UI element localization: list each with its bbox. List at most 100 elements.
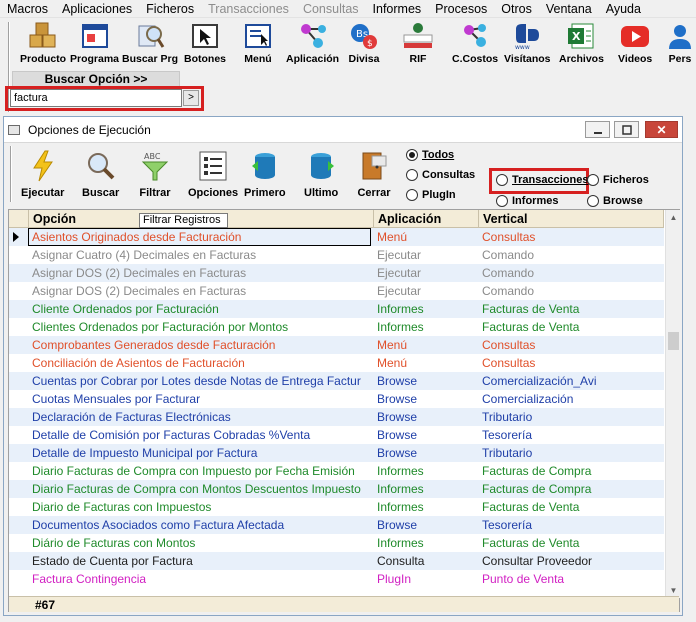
buscar-opcion-header[interactable]: Buscar Opción >> xyxy=(12,71,180,87)
table-row[interactable]: Comprobantes Generados desde Facturación… xyxy=(9,336,664,354)
pers-button[interactable]: Pers xyxy=(664,20,696,70)
vertical-cell[interactable]: Comando xyxy=(479,246,664,264)
maximize-button[interactable] xyxy=(614,121,639,138)
visitanos-button[interactable]: www Visítanos xyxy=(504,20,551,70)
option-cell[interactable]: Diario de Facturas con Impuestos xyxy=(29,498,371,516)
vertical-cell[interactable]: Consultas xyxy=(479,336,664,354)
menu-ayuda[interactable]: Ayuda xyxy=(599,2,648,16)
menu-procesos[interactable]: Procesos xyxy=(428,2,494,16)
table-row[interactable]: Cuotas Mensuales por Facturar Browse Comer… xyxy=(9,390,664,408)
application-cell[interactable]: Browse xyxy=(374,408,474,426)
table-row[interactable]: Diario Facturas de Compra con Impuesto p… xyxy=(9,462,664,480)
application-cell[interactable]: PlugIn xyxy=(374,570,474,588)
option-cell[interactable]: Factura Contingencia xyxy=(29,570,371,588)
table-row[interactable]: Factura Contingencia PlugIn Punto de Venta xyxy=(9,570,664,588)
filtrar-button[interactable]: ABC Filtrar xyxy=(138,149,172,203)
producto-button[interactable]: Producto xyxy=(20,20,66,70)
column-header-vertical[interactable]: Vertical xyxy=(479,210,664,228)
vertical-cell[interactable]: Tesorería xyxy=(479,516,664,534)
menu-informes[interactable]: Informes xyxy=(366,2,429,16)
filter-consultas-radio[interactable]: Consultas xyxy=(406,169,475,181)
option-cell[interactable]: Detalle de Comisión por Facturas Cobrada… xyxy=(29,426,371,444)
minimize-button[interactable] xyxy=(585,121,610,138)
vertical-cell[interactable]: Comando xyxy=(479,264,664,282)
option-cell[interactable]: Comprobantes Generados desde Facturación xyxy=(29,336,371,354)
vertical-cell[interactable]: Consultar Proveedor xyxy=(479,552,664,570)
scroll-thumb[interactable] xyxy=(668,332,679,350)
filter-browse-radio[interactable]: Browse xyxy=(587,195,643,207)
ejecutar-button[interactable]: Ejecutar xyxy=(21,149,64,203)
filter-ficheros-radio[interactable]: Ficheros xyxy=(587,174,649,186)
rif-button[interactable]: RIF xyxy=(402,20,434,70)
vertical-cell[interactable]: Facturas de Venta xyxy=(479,300,664,318)
primero-button[interactable]: Primero xyxy=(244,149,286,203)
application-cell[interactable]: Menú xyxy=(374,336,474,354)
application-cell[interactable]: Ejecutar xyxy=(374,282,474,300)
column-header-aplicacion[interactable]: Aplicación xyxy=(374,210,479,228)
option-cell[interactable]: Estado de Cuenta por Factura xyxy=(29,552,371,570)
botones-button[interactable]: Botones xyxy=(184,20,226,70)
filter-plugin-radio[interactable]: PlugIn xyxy=(406,189,456,201)
programa-button[interactable]: Programa xyxy=(70,20,119,70)
application-cell[interactable]: Browse xyxy=(374,516,474,534)
vertical-cell[interactable]: Tributario xyxy=(479,408,664,426)
vertical-cell[interactable]: Punto de Venta xyxy=(479,570,664,588)
table-row[interactable]: Cliente Ordenados por Facturación Informe… xyxy=(9,300,664,318)
table-row[interactable]: Clientes Ordenados por Facturación por M… xyxy=(9,318,664,336)
vertical-cell[interactable]: Comercialización xyxy=(479,390,664,408)
table-row[interactable]: Diário de Facturas con Montos Informes Fac… xyxy=(9,534,664,552)
vertical-cell[interactable]: Consultas xyxy=(479,228,664,246)
table-row[interactable]: Asignar Cuatro (4) Decimales en Facturas… xyxy=(9,246,664,264)
option-cell[interactable]: Diario Facturas de Compra con Montos Des… xyxy=(29,480,371,498)
cerrar-button[interactable]: Cerrar xyxy=(357,149,391,203)
application-cell[interactable]: Informes xyxy=(374,534,474,552)
vertical-cell[interactable]: Comando xyxy=(479,282,664,300)
application-cell[interactable]: Menú xyxy=(374,354,474,372)
close-button[interactable]: ✕ xyxy=(645,121,678,138)
buscar-button[interactable]: Buscar xyxy=(82,149,119,203)
opciones-button[interactable]: Opciones xyxy=(188,149,238,203)
menu-consultas[interactable]: Consultas xyxy=(296,2,366,16)
table-row[interactable]: Diario Facturas de Compra con Montos Des… xyxy=(9,480,664,498)
vertical-scrollbar[interactable]: ▲ ▼ xyxy=(665,210,680,598)
application-cell[interactable]: Browse xyxy=(374,372,474,390)
filter-todos-radio[interactable]: Todos xyxy=(406,149,454,161)
menu-macros[interactable]: Macros xyxy=(0,2,55,16)
table-row[interactable]: Asignar DOS (2) Decimales en Facturas Eje… xyxy=(9,264,664,282)
scroll-up-icon[interactable]: ▲ xyxy=(666,210,681,225)
table-row[interactable]: Cuentas por Cobrar por Lotes desde Notas… xyxy=(9,372,664,390)
application-cell[interactable]: Browse xyxy=(374,390,474,408)
vertical-cell[interactable]: Facturas de Compra xyxy=(479,462,664,480)
application-cell[interactable]: Informes xyxy=(374,300,474,318)
table-row[interactable]: Detalle de Impuesto Municipal por Factur… xyxy=(9,444,664,462)
table-row[interactable]: Asignar DOS (2) Decimales en Facturas Eje… xyxy=(9,282,664,300)
option-cell[interactable]: Diario Facturas de Compra con Impuesto p… xyxy=(29,462,371,480)
divisa-button[interactable]: Bs $ Divisa xyxy=(348,20,380,70)
search-go-button[interactable]: > xyxy=(183,90,199,106)
option-cell[interactable]: Detalle de Impuesto Municipal por Factur… xyxy=(29,444,371,462)
menu-otros[interactable]: Otros xyxy=(494,2,539,16)
application-cell[interactable]: Menú xyxy=(374,228,474,246)
ultimo-button[interactable]: Ultimo xyxy=(304,149,338,203)
vertical-cell[interactable]: Facturas de Venta xyxy=(479,318,664,336)
option-cell[interactable]: Asientos Originados desde Facturación xyxy=(29,228,371,246)
option-cell[interactable]: Conciliación de Asientos de Facturación xyxy=(29,354,371,372)
menu-ventana[interactable]: Ventana xyxy=(539,2,599,16)
vertical-cell[interactable]: Comercialización_Avi xyxy=(479,372,664,390)
vertical-cell[interactable]: Facturas de Venta xyxy=(479,498,664,516)
menu-ficheros[interactable]: Ficheros xyxy=(139,2,201,16)
table-row[interactable]: Detalle de Comisión por Facturas Cobrada… xyxy=(9,426,664,444)
table-row[interactable]: Asientos Originados desde Facturación Men… xyxy=(9,228,664,246)
option-cell[interactable]: Documentos Asociados como Factura Afecta… xyxy=(29,516,371,534)
buscar-prg-button[interactable]: Buscar Prg xyxy=(122,20,178,70)
menu-transacciones[interactable]: Transacciones xyxy=(201,2,296,16)
vertical-cell[interactable]: Facturas de Compra xyxy=(479,480,664,498)
application-cell[interactable]: Informes xyxy=(374,318,474,336)
filter-transacciones-radio[interactable]: Transacciones xyxy=(496,174,588,186)
application-cell[interactable]: Informes xyxy=(374,480,474,498)
menu-aplicaciones[interactable]: Aplicaciones xyxy=(55,2,139,16)
application-cell[interactable]: Informes xyxy=(374,498,474,516)
vertical-cell[interactable]: Facturas de Venta xyxy=(479,534,664,552)
table-row[interactable]: Declaración de Facturas Electrónicas Brow… xyxy=(9,408,664,426)
application-cell[interactable]: Ejecutar xyxy=(374,246,474,264)
